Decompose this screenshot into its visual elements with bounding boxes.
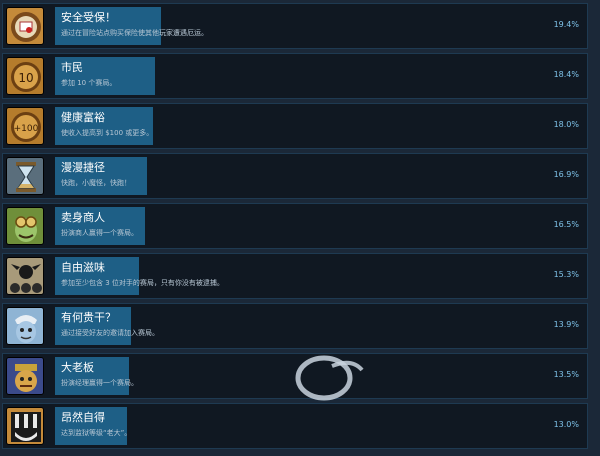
achievement-description: 参加 10 个赛局。 bbox=[61, 79, 117, 87]
achievement-percent: 13.5% bbox=[553, 370, 579, 379]
site-watermark bbox=[292, 348, 542, 408]
achievement-percent: 15.3% bbox=[553, 270, 579, 279]
achievement-row[interactable]: +100 健康富裕 使收入提高到 $100 或更多。 18.0% bbox=[2, 103, 588, 149]
prison-bars-icon bbox=[6, 407, 44, 445]
achievement-percent: 19.4% bbox=[553, 20, 579, 29]
achievement-description: 通过在冒险站点购买保险使其他玩家遭遇厄运。 bbox=[61, 29, 208, 37]
achievement-percent: 18.4% bbox=[553, 70, 579, 79]
wizard-goblin-icon bbox=[6, 307, 44, 345]
achievement-title: 昂然自得 bbox=[61, 411, 105, 424]
achievement-row[interactable]: 自由滋味 参加至少包含 3 位对手的赛局，只有你没有被逮捕。 15.3% bbox=[2, 253, 588, 299]
achievement-description: 扮演商人赢得一个赛局。 bbox=[61, 229, 138, 237]
achievement-description: 通过接受好友的邀请加入赛局。 bbox=[61, 329, 159, 337]
achievement-percent: 18.0% bbox=[553, 120, 579, 129]
coin-hundred-icon: +100 bbox=[6, 107, 44, 145]
achievement-row[interactable]: 昂然自得 达到监狱等级“老大”。 13.0% bbox=[2, 403, 588, 449]
hourglass-icon bbox=[6, 157, 44, 195]
achievement-row[interactable]: 漫漫捷径 快跑，小魔怪，快跑！ 16.9% bbox=[2, 153, 588, 199]
achievement-description: 扮演经理赢得一个赛局。 bbox=[61, 379, 138, 387]
achievement-row[interactable]: 卖身商人 扮演商人赢得一个赛局。 16.5% bbox=[2, 203, 588, 249]
achievement-description: 参加至少包含 3 位对手的赛局，只有你没有被逮捕。 bbox=[61, 279, 224, 287]
boss-goblin-icon bbox=[6, 357, 44, 395]
achievement-row[interactable]: 10 市民 参加 10 个赛局。 18.4% bbox=[2, 53, 588, 99]
ten-badge-icon: 10 bbox=[6, 57, 44, 95]
achievement-percent: 16.9% bbox=[553, 170, 579, 179]
achievement-title: 漫漫捷径 bbox=[61, 161, 105, 174]
achievement-title: 安全受保！ bbox=[61, 11, 116, 24]
achievement-description: 快跑，小魔怪，快跑！ bbox=[61, 179, 131, 187]
achievement-title: 大老板 bbox=[61, 361, 94, 374]
achievement-percent: 13.0% bbox=[553, 420, 579, 429]
achievement-title: 健康富裕 bbox=[61, 111, 105, 124]
achievement-title: 卖身商人 bbox=[61, 211, 105, 224]
merchant-goblin-icon bbox=[6, 207, 44, 245]
achievement-description: 达到监狱等级“老大”。 bbox=[61, 429, 132, 437]
achievement-row[interactable]: 安全受保！ 通过在冒险站点购买保险使其他玩家遭遇厄运。 19.4% bbox=[2, 3, 588, 49]
achievement-row[interactable]: 有何贵干？ 通过接受好友的邀请加入赛局。 13.9% bbox=[2, 303, 588, 349]
goblin-silhouette-icon bbox=[6, 257, 44, 295]
achievement-title: 自由滋味 bbox=[61, 261, 105, 274]
achievement-title: 市民 bbox=[61, 61, 83, 74]
insurance-shield-icon bbox=[6, 7, 44, 45]
ten-badge-text: 10 bbox=[18, 71, 33, 85]
achievement-description: 使收入提高到 $100 或更多。 bbox=[61, 129, 154, 137]
achievement-percent: 13.9% bbox=[553, 320, 579, 329]
achievement-title: 有何贵干？ bbox=[61, 311, 116, 324]
achievement-percent: 16.5% bbox=[553, 220, 579, 229]
coin-badge-text: +100 bbox=[14, 124, 39, 134]
